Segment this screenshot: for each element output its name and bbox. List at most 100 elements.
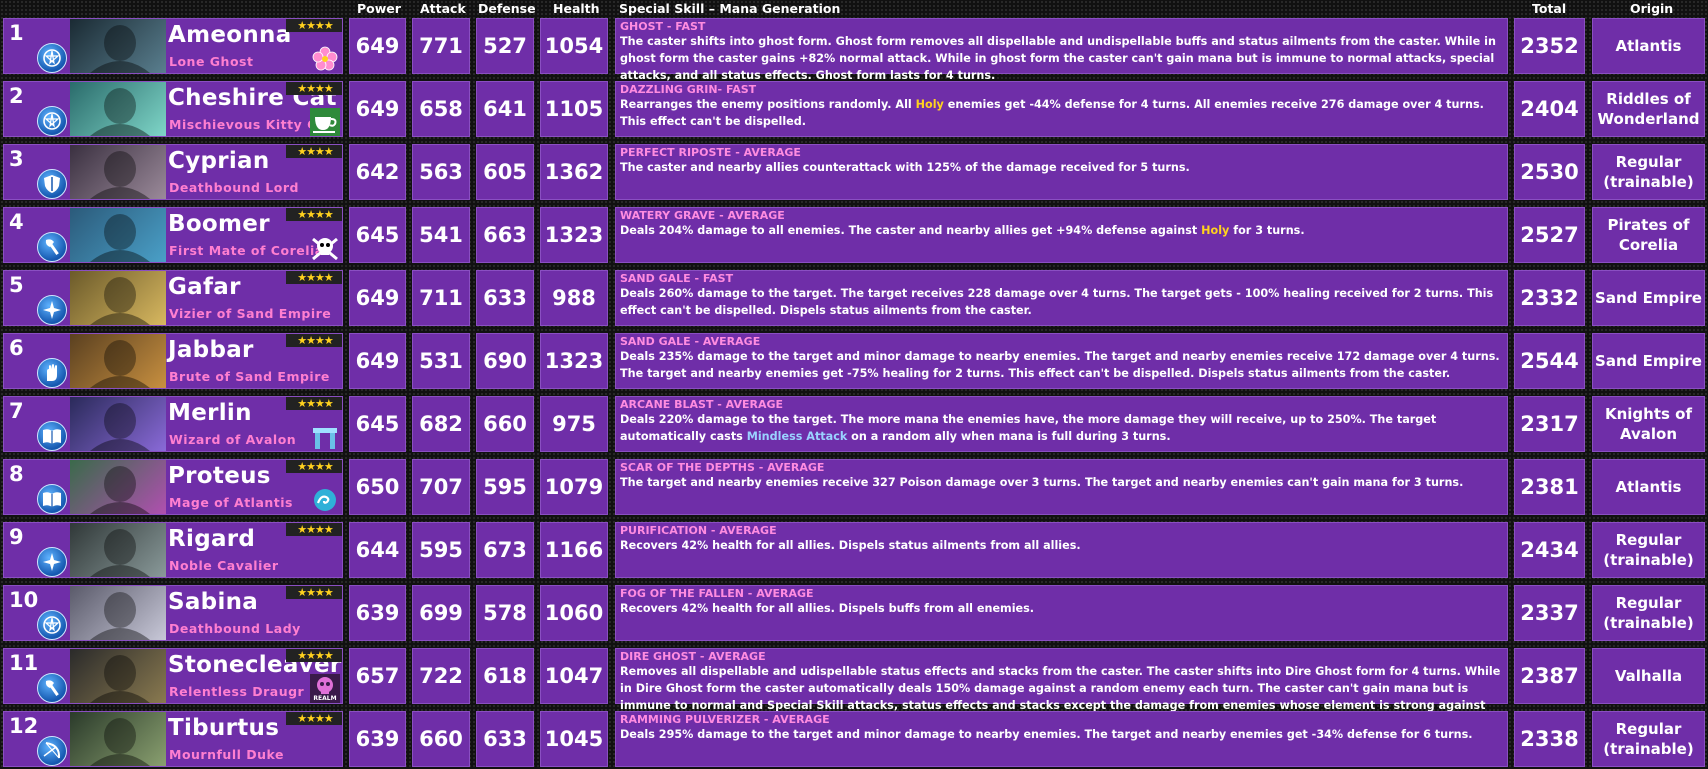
skill-description: Deals 235% damage to the target and mino…	[620, 348, 1503, 382]
hero-name-cell: 11 Stonecleaver Relentless Draugr ★★★★ R…	[3, 648, 343, 704]
hero-row[interactable]: 4 Boomer First Mate of Corelia ★★★★ 645 …	[0, 206, 1708, 265]
hero-title: Relentless Draugr	[169, 684, 305, 699]
skill-name: PURIFICATION - AVERAGE	[620, 524, 777, 537]
atlantis-wave-icon	[310, 486, 340, 514]
hero-total: 2337	[1514, 585, 1585, 641]
hero-name: Merlin	[168, 400, 252, 426]
hero-origin: Sand Empire	[1592, 333, 1705, 389]
hero-name: Boomer	[168, 211, 270, 237]
skill-description: The caster shifts into ghost form. Ghost…	[620, 33, 1503, 84]
skill-text: Deals 295% damage to the target and mino…	[620, 728, 1473, 741]
hero-attack: 699	[412, 585, 470, 641]
hero-row[interactable]: 8 Proteus Mage of Atlantis ★★★★ 650 707 …	[0, 458, 1708, 517]
skill-text: Rearranges the enemy positions randomly.…	[620, 98, 916, 111]
header-power: Power	[357, 1, 401, 16]
hero-rank: 1	[9, 21, 24, 45]
hero-special-skill: ARCANE BLAST - AVERAGE Deals 220% damage…	[615, 396, 1508, 452]
header-origin: Origin	[1630, 1, 1674, 16]
skill-name: GHOST - FAST	[620, 20, 706, 33]
skill-name: DAZZLING GRIN- FAST	[620, 83, 757, 96]
barbarian-axe-icon	[37, 673, 67, 703]
hero-defense: 633	[476, 270, 534, 326]
wizard-book-icon	[37, 484, 67, 514]
hero-name: Rigard	[168, 526, 256, 552]
hero-health: 1105	[540, 81, 608, 137]
hero-defense: 578	[476, 585, 534, 641]
hero-defense: 641	[476, 81, 534, 137]
skill-text-rest: for 3 turns.	[1229, 224, 1305, 237]
hero-origin: Regular (trainable)	[1592, 585, 1705, 641]
hero-portrait	[70, 586, 166, 640]
realm-skull-icon: REALM	[310, 674, 340, 703]
fighter-shield-icon	[37, 169, 67, 199]
hero-row[interactable]: 7 Merlin Wizard of Avalon ★★★★ 645 682 6…	[0, 395, 1708, 454]
skill-description: Rearranges the enemy positions randomly.…	[620, 96, 1503, 130]
hero-name-cell: 1 Ameonna Lone Ghost ★★★★	[3, 18, 343, 74]
hero-special-skill: SAND GALE - FAST Deals 260% damage to th…	[615, 270, 1508, 326]
hero-special-skill: FOG OF THE FALLEN - AVERAGE Recovers 42%…	[615, 585, 1508, 641]
hero-row[interactable]: 9 Rigard Noble Cavalier ★★★★ 644 595 673…	[0, 521, 1708, 580]
skill-text: Recovers 42% health for all allies. Disp…	[620, 539, 1081, 552]
hero-name: Jabbar	[168, 337, 254, 363]
hero-row[interactable]: 10 Sabina Deathbound Lady ★★★★ 639 699 5…	[0, 584, 1708, 643]
hero-special-skill: GHOST - FAST The caster shifts into ghos…	[615, 18, 1508, 82]
hero-origin: Riddles of Wonderland	[1592, 81, 1705, 137]
hero-total: 2381	[1514, 459, 1585, 515]
hero-portrait	[70, 397, 166, 451]
hero-row[interactable]: 11 Stonecleaver Relentless Draugr ★★★★ R…	[0, 647, 1708, 729]
cleric-star-icon	[37, 295, 67, 325]
hero-power: 645	[349, 207, 406, 263]
hero-defense: 605	[476, 144, 534, 200]
hero-name-cell: 9 Rigard Noble Cavalier ★★★★	[3, 522, 343, 578]
hero-portrait	[70, 712, 166, 766]
hero-total: 2317	[1514, 396, 1585, 452]
paladin-pentagram-icon	[37, 610, 67, 640]
skill-description: Deals 260% damage to the target. The tar…	[620, 285, 1503, 319]
hero-origin: Knights of Avalon	[1592, 396, 1705, 452]
hero-title: Brute of Sand Empire	[169, 369, 330, 384]
hero-health: 1323	[540, 207, 608, 263]
hero-row[interactable]: 6 Jabbar Brute of Sand Empire ★★★★ 649 5…	[0, 332, 1708, 391]
header-defense: Defense	[478, 1, 536, 16]
hero-row[interactable]: 3 Cyprian Deathbound Lord ★★★★ 642 563 6…	[0, 143, 1708, 202]
hero-title: Deathbound Lady	[169, 621, 301, 636]
skill-description: Recovers 42% health for all allies. Disp…	[620, 600, 1503, 617]
skill-text: The target and nearby enemies receive 32…	[620, 476, 1464, 489]
hero-origin: Regular (trainable)	[1592, 711, 1705, 767]
hero-portrait	[70, 649, 166, 703]
hero-special-skill: DAZZLING GRIN- FAST Rearranges the enemy…	[615, 81, 1508, 137]
hero-stars: ★★★★	[286, 334, 342, 347]
hero-health: 1054	[540, 18, 608, 74]
hero-row[interactable]: 5 Gafar Vizier of Sand Empire ★★★★ 649 7…	[0, 269, 1708, 328]
hero-attack: 541	[412, 207, 470, 263]
skill-description: Deals 220% damage to the target. The mor…	[620, 411, 1503, 445]
stonehenge-icon	[310, 423, 340, 451]
header-total: Total	[1532, 1, 1567, 16]
hero-total: 2527	[1514, 207, 1585, 263]
hero-attack: 658	[412, 81, 470, 137]
skill-text: Deals 204% damage to all enemies. The ca…	[620, 224, 1202, 237]
hero-title: Mournfull Duke	[169, 747, 284, 762]
hero-power: 644	[349, 522, 406, 578]
hero-defense: 527	[476, 18, 534, 74]
skill-name: FOG OF THE FALLEN - AVERAGE	[620, 587, 814, 600]
skill-name: DIRE GHOST - AVERAGE	[620, 650, 766, 663]
skill-highlight: Holy	[1201, 224, 1230, 237]
skill-name: ARCANE BLAST - AVERAGE	[620, 398, 783, 411]
hero-row[interactable]: 1 Ameonna Lone Ghost ★★★★ 649 771 527 10…	[0, 17, 1708, 82]
hero-total: 2338	[1514, 711, 1585, 767]
hero-origin: Valhalla	[1592, 648, 1705, 704]
hero-portrait	[70, 334, 166, 388]
hero-row[interactable]: 12 Tiburtus Mournfull Duke ★★★★ 639 660 …	[0, 710, 1708, 769]
hero-rank: 8	[9, 462, 24, 486]
skill-text: The caster and nearby allies counteratta…	[620, 161, 1190, 174]
hero-name: Gafar	[168, 274, 241, 300]
skill-highlight: Mindless Attack	[746, 430, 848, 443]
skill-name: SAND GALE - AVERAGE	[620, 335, 761, 348]
skill-name: PERFECT RIPOSTE - AVERAGE	[620, 146, 801, 159]
hero-name-cell: 3 Cyprian Deathbound Lord ★★★★	[3, 144, 343, 200]
hero-attack: 531	[412, 333, 470, 389]
hero-origin: Regular (trainable)	[1592, 144, 1705, 200]
hero-row[interactable]: 2 Cheshire Cat Mischievous Kitty Cat ★★★…	[0, 80, 1708, 139]
hero-health: 1166	[540, 522, 608, 578]
